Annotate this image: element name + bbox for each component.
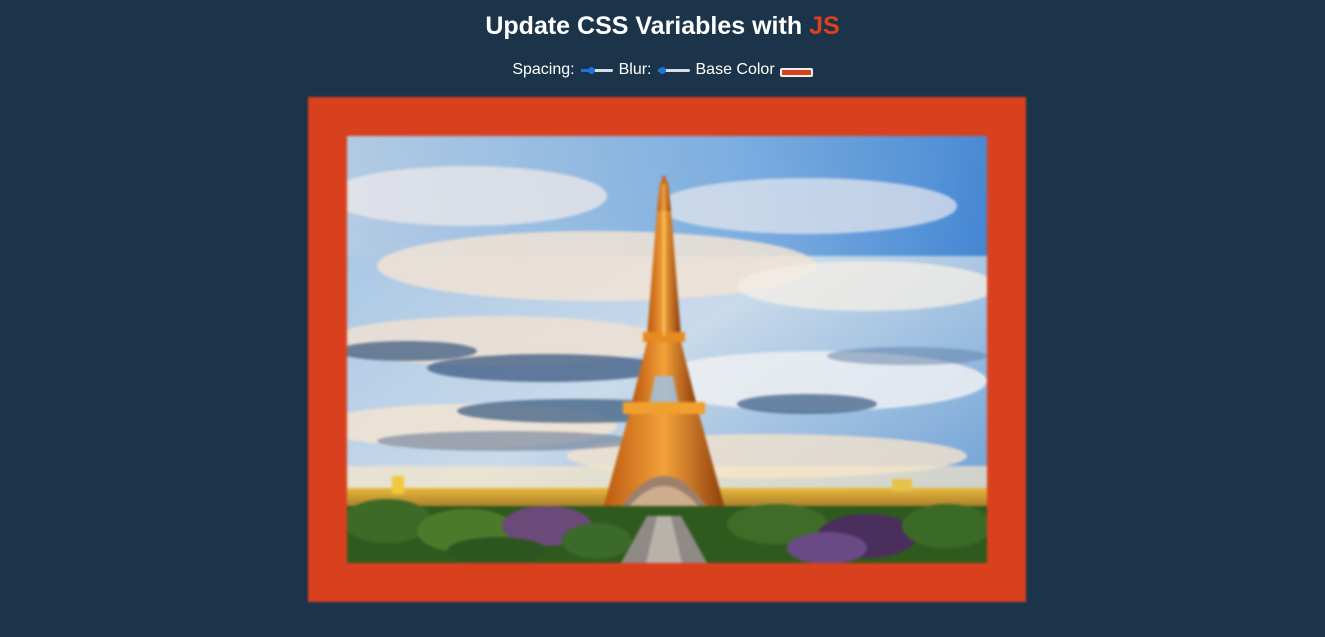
blur-label: Blur: <box>618 61 652 78</box>
title-highlight: JS <box>809 12 840 40</box>
blur-slider-thumb[interactable] <box>658 67 666 74</box>
eiffel-tower-photo <box>347 136 987 563</box>
title-text: Update CSS Variables with <box>485 12 803 40</box>
controls-bar: Spacing: Blur: Base Color <box>0 60 1325 80</box>
spacing-label: Spacing: <box>512 61 575 78</box>
blur-slider[interactable] <box>657 64 690 76</box>
spacing-slider[interactable] <box>580 64 613 76</box>
page: Update CSS Variables with JS Spacing: Bl… <box>0 0 1325 637</box>
base-color-picker[interactable] <box>779 68 813 77</box>
spacing-slider-thumb[interactable] <box>587 67 595 74</box>
base-color-label: Base Color <box>695 61 775 78</box>
page-title: Update CSS Variables with JS <box>0 11 1325 41</box>
